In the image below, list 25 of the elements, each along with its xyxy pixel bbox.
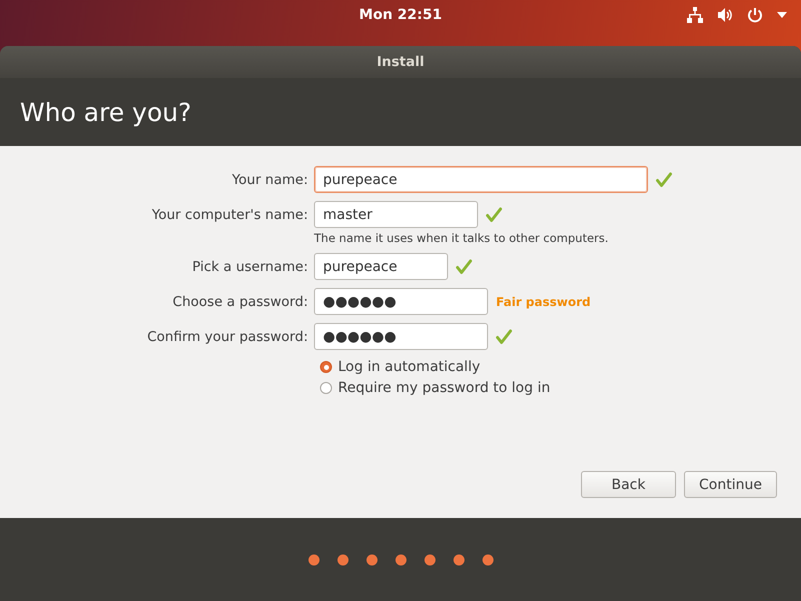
field-label: Confirm your password: [147, 328, 308, 344]
radio-button[interactable] [320, 382, 332, 394]
volume-icon[interactable] [717, 7, 733, 23]
text-field[interactable]: ●●●●●● [314, 288, 488, 315]
page-heading: Who are you? [20, 98, 192, 126]
field-label: Pick a username: [192, 258, 308, 274]
dialog-button[interactable]: Back [581, 471, 676, 498]
field-label: Choose a password: [172, 294, 308, 310]
radio-button[interactable] [320, 361, 332, 373]
radio-label[interactable]: Require my password to log in [338, 380, 550, 396]
text-field[interactable]: ●●●●●● [314, 323, 488, 350]
radio-label[interactable]: Log in automatically [338, 359, 480, 375]
field-label: Your name: [232, 172, 308, 188]
text-field[interactable]: master [314, 201, 478, 228]
network-icon[interactable] [687, 7, 703, 23]
text-field[interactable]: purepeace [314, 253, 448, 280]
caret-icon[interactable] [777, 12, 787, 18]
dialog-button[interactable]: Continue [684, 471, 777, 498]
field-hint: The name it uses when it talks to other computers. [314, 231, 610, 245]
clock[interactable]: Mon 22:51 [359, 7, 442, 23]
window-title: Install [376, 54, 424, 70]
power-icon[interactable] [747, 7, 763, 23]
password-strength: Fair password [496, 294, 591, 308]
text-field[interactable]: purepeace [314, 166, 648, 193]
field-label: Your computer's name: [152, 206, 308, 222]
